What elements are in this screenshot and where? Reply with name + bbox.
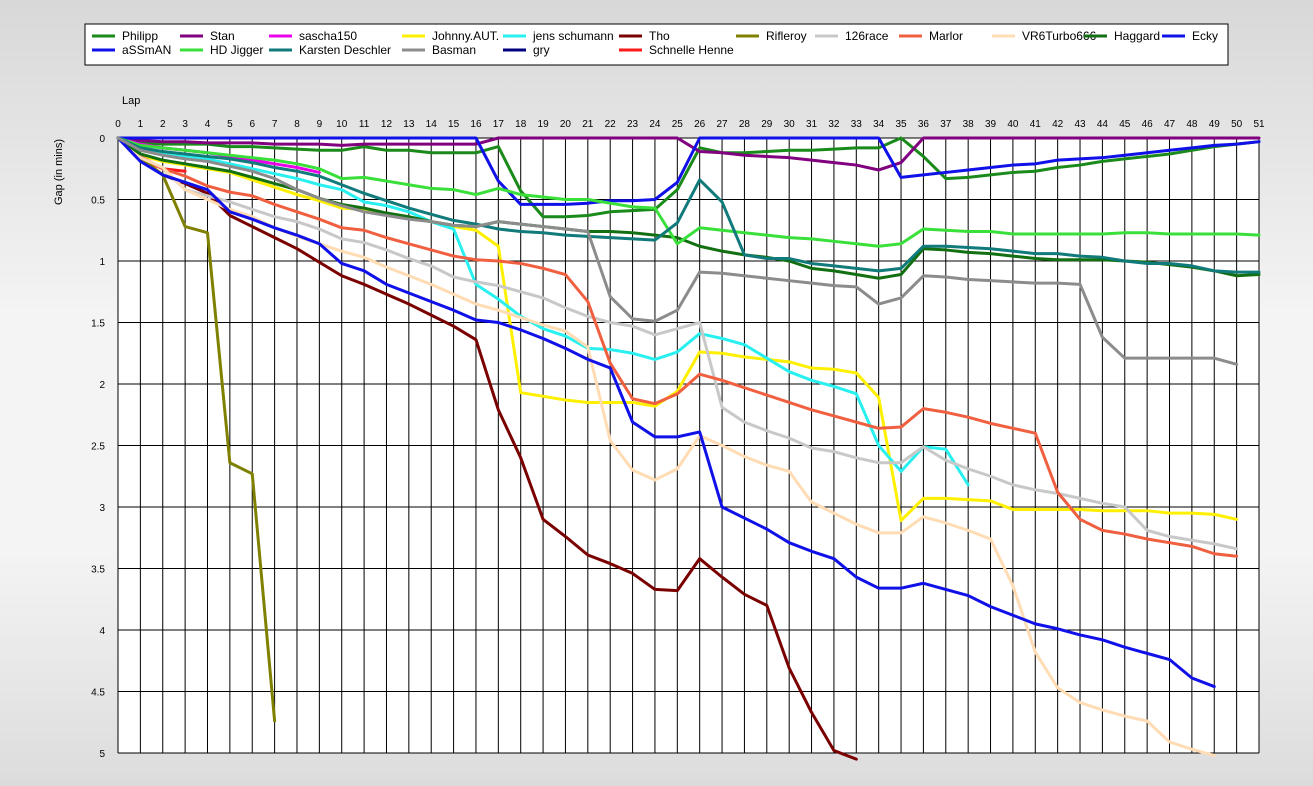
x-tick-label: 3 [182, 119, 188, 130]
x-tick-label: 30 [784, 119, 796, 130]
y-tick-label: 4 [99, 626, 105, 637]
x-tick-label: 29 [761, 119, 773, 130]
x-tick-label: 38 [963, 119, 975, 130]
x-tick-label: 24 [649, 119, 661, 130]
legend-label: Karsten Deschler [299, 43, 391, 57]
x-tick-label: 39 [985, 119, 997, 130]
x-tick-label: 49 [1209, 119, 1221, 130]
x-tick-label: 14 [426, 119, 438, 130]
legend-label: 126race [845, 29, 889, 43]
x-tick-label: 26 [694, 119, 706, 130]
legend-label: Basman [432, 43, 476, 57]
x-tick-label: 50 [1231, 119, 1243, 130]
y-tick-label: 2 [99, 380, 105, 391]
x-axis-label: Lap [122, 95, 140, 107]
x-tick-label: 47 [1164, 119, 1176, 130]
x-tick-label: 11 [359, 119, 370, 130]
y-tick-label: 4.5 [91, 688, 105, 699]
x-tick-label: 7 [272, 119, 278, 130]
legend-label: HD Jigger [210, 43, 263, 57]
legend-label: Rifleroy [766, 29, 807, 43]
legend-label: aSSmAN [122, 43, 171, 57]
x-tick-label: 46 [1142, 119, 1154, 130]
x-tick-label: 27 [716, 119, 728, 130]
legend-label: jens schumann [532, 29, 614, 43]
x-tick-label: 44 [1097, 119, 1109, 130]
x-tick-label: 6 [249, 119, 255, 130]
x-tick-label: 0 [115, 119, 121, 130]
lap-gap-chart: Philipp Stan sascha150 Johnny.AUT. jens schu… [53, 23, 1265, 761]
x-tick-label: 9 [317, 119, 323, 130]
legend-label: Philipp [122, 29, 158, 43]
y-tick-label: 3 [99, 503, 105, 514]
x-tick-label: 10 [336, 119, 348, 130]
x-tick-label: 5 [227, 119, 233, 130]
legend-label: gry [533, 43, 550, 57]
y-tick-label: 1 [99, 257, 105, 268]
x-tick-label: 17 [493, 119, 505, 130]
x-tick-label: 12 [381, 119, 393, 130]
x-tick-label: 2 [160, 119, 166, 130]
legend-label: Stan [210, 29, 235, 43]
x-tick-label: 43 [1074, 119, 1086, 130]
x-tick-label: 4 [205, 119, 211, 130]
x-tick-label: 41 [1030, 119, 1042, 130]
x-tick-label: 40 [1007, 119, 1019, 130]
legend-label: Johnny.AUT. [432, 29, 499, 43]
x-tick-label: 31 [806, 119, 818, 130]
x-tick-label: 25 [672, 119, 684, 130]
x-tick-label: 34 [873, 119, 885, 130]
x-tick-label: 35 [895, 119, 907, 130]
legend-label: Ecky [1192, 29, 1218, 43]
plot-area: 0 1 2 3 4 5 6 7 8 9 10 11 12 13 14 15 16 17 18 19 20 21 22 23 24… [91, 119, 1265, 761]
x-tick-label: 13 [403, 119, 415, 130]
x-tick-label: 16 [470, 119, 482, 130]
x-tick-label: 36 [918, 119, 930, 130]
x-tick-label: 51 [1253, 119, 1265, 130]
x-tick-label: 28 [739, 119, 751, 130]
y-axis-ticks: 0 0.5 1 1.5 2 2.5 3 3.5 4 4.5 5 [91, 134, 105, 760]
y-tick-label: 0.5 [91, 196, 105, 207]
legend-label: Schnelle Henne [649, 43, 734, 57]
x-tick-label: 20 [560, 119, 572, 130]
x-tick-label: 37 [940, 119, 952, 130]
legend-label: Marlor [929, 29, 963, 43]
x-tick-label: 15 [448, 119, 460, 130]
x-tick-label: 33 [851, 119, 863, 130]
x-tick-label: 21 [582, 119, 594, 130]
x-tick-label: 1 [138, 119, 144, 130]
legend-label: Haggard [1114, 29, 1160, 43]
y-tick-label: 3.5 [91, 565, 105, 576]
y-tick-label: 2.5 [91, 442, 105, 453]
x-axis-ticks: 0 1 2 3 4 5 6 7 8 9 10 11 12 13 14 15 16 17 18 19 20 21 22 23 24… [115, 119, 1265, 130]
x-tick-label: 19 [538, 119, 550, 130]
x-tick-label: 48 [1186, 119, 1198, 130]
y-tick-label: 1.5 [91, 319, 105, 330]
legend-label: sascha150 [299, 29, 357, 43]
x-tick-label: 8 [294, 119, 300, 130]
legend: Philipp Stan sascha150 Johnny.AUT. jens schu… [84, 23, 1229, 66]
x-tick-label: 32 [828, 119, 840, 130]
x-tick-label: 23 [627, 119, 639, 130]
legend-label: Tho [649, 29, 670, 43]
x-tick-label: 42 [1052, 119, 1064, 130]
x-tick-label: 22 [605, 119, 617, 130]
y-tick-label: 0 [99, 134, 105, 145]
x-tick-label: 18 [515, 119, 527, 130]
y-axis-label: Gap (in mins) [53, 139, 65, 205]
x-tick-label: 45 [1119, 119, 1131, 130]
y-tick-label: 5 [99, 749, 105, 760]
